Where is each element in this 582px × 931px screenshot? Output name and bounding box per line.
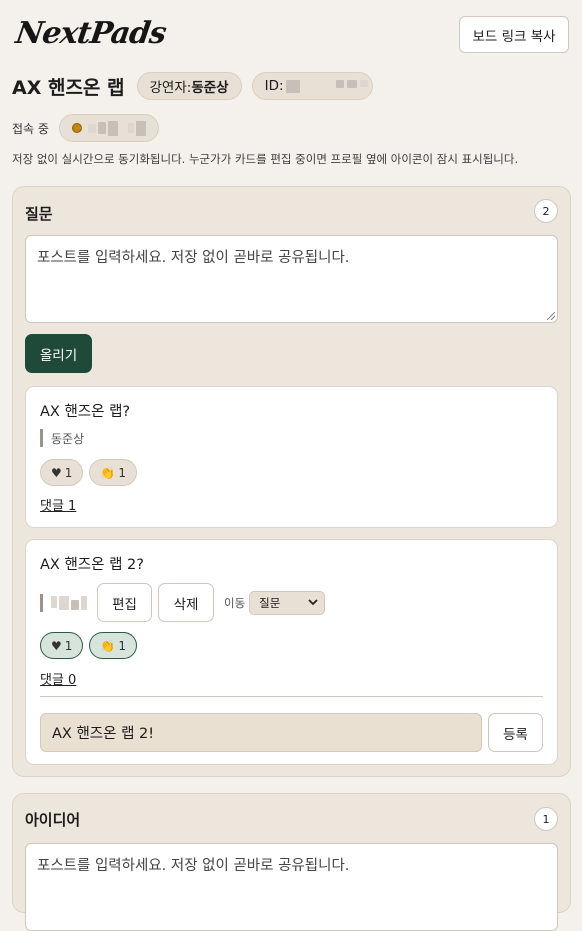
column-title: 아이디어: [25, 811, 81, 829]
post-submit-button[interactable]: 올리기: [25, 334, 92, 373]
edit-button[interactable]: 편집: [97, 583, 152, 622]
comments-toggle-link[interactable]: 댓글 0: [40, 669, 76, 688]
move-label: 이동: [224, 595, 246, 610]
chevron-down-icon: [308, 599, 318, 606]
author-bar-divider: [40, 429, 43, 447]
clap-reaction-button[interactable]: 👏 1: [89, 459, 137, 486]
heart-count: 1: [64, 465, 73, 480]
presence-row: 접속 중: [12, 114, 159, 142]
post-input[interactable]: 포스트를 입력하세요. 저장 없이 곧바로 공유됩니다.: [25, 235, 558, 323]
board-header: AX 핸즈온 랩 강연자: 동준상 ID:: [12, 72, 373, 100]
post-card-title: AX 핸즈온 랩?: [40, 404, 131, 420]
heart-reaction-button[interactable]: ♥ 1: [40, 632, 84, 659]
post-card-reactions: ♥ 1 👏 1: [40, 459, 137, 486]
nextpads-logo: NextPads: [13, 16, 168, 51]
post-card-author: 편집 삭제 이동 질문: [40, 583, 326, 622]
connected-label: 접속 중: [12, 121, 49, 136]
delete-button[interactable]: 삭제: [158, 583, 214, 622]
clap-icon: 👏: [100, 638, 116, 653]
comments-divider: [40, 696, 543, 697]
copy-board-link-button[interactable]: 보드 링크 복사: [459, 16, 569, 53]
resize-grip-icon[interactable]: [547, 312, 555, 320]
author-bar-divider: [40, 593, 43, 612]
post-input[interactable]: 포스트를 입력하세요. 저장 없이 곧바로 공유됩니다.: [25, 843, 558, 931]
clap-count: 1: [118, 638, 126, 653]
instructor-name: 동준상: [191, 80, 229, 96]
post-card-author-redacted: [51, 595, 87, 610]
column-ideas: 아이디어 1 포스트를 입력하세요. 저장 없이 곧바로 공유됩니다.: [12, 793, 571, 931]
board-id-redacted: [285, 79, 368, 93]
heart-icon: ♥: [51, 638, 62, 653]
post-card-author: 동준상: [40, 429, 84, 447]
heart-count: 1: [64, 638, 73, 653]
clap-icon: 👏: [100, 465, 116, 480]
post-card: AX 핸즈온 랩? 동준상 ♥ 1 👏 1 댓글 1: [25, 386, 558, 528]
move-select-value: 질문: [259, 595, 281, 610]
board-id-badge: ID:: [251, 72, 373, 100]
instructor-label: 강연자:: [149, 80, 192, 96]
clap-reaction-button[interactable]: 👏 1: [89, 632, 137, 659]
move-column-select[interactable]: 질문: [249, 590, 326, 615]
post-card-title: AX 핸즈온 랩 2?: [40, 557, 144, 573]
board-title: AX 핸즈온 랩: [12, 76, 125, 99]
post-card: AX 핸즈온 랩 2? 편집 삭제 이동 질문 ♥ 1 👏 1 댓글 0 AX …: [25, 539, 558, 765]
post-card-author-name: 동준상: [51, 431, 85, 446]
column-questions: 질문 2 포스트를 입력하세요. 저장 없이 곧바로 공유됩니다. 올리기 AX…: [12, 186, 571, 777]
comment-submit-button[interactable]: 등록: [488, 713, 543, 752]
presence-user-redacted: [87, 120, 146, 136]
post-card-reactions: ♥ 1 👏 1: [40, 632, 137, 659]
comments-toggle-link[interactable]: 댓글 1: [40, 495, 76, 514]
heart-icon: ♥: [51, 465, 62, 480]
column-title: 질문: [25, 205, 53, 223]
sync-notice: 저장 없이 실시간으로 동기화됩니다. 누군가가 카드를 편집 중이면 프로필 …: [12, 152, 519, 166]
presence-user-pill: [58, 114, 159, 142]
column-count-badge: 2: [534, 199, 558, 223]
board-id-label: ID:: [264, 78, 284, 94]
clap-count: 1: [118, 465, 126, 480]
comment-input[interactable]: AX 핸즈온 랩 2!: [40, 713, 482, 752]
heart-reaction-button[interactable]: ♥ 1: [40, 459, 84, 486]
presence-dot-icon: [71, 123, 82, 133]
instructor-badge: 강연자: 동준상: [136, 72, 242, 100]
column-count-badge: 1: [534, 807, 558, 831]
